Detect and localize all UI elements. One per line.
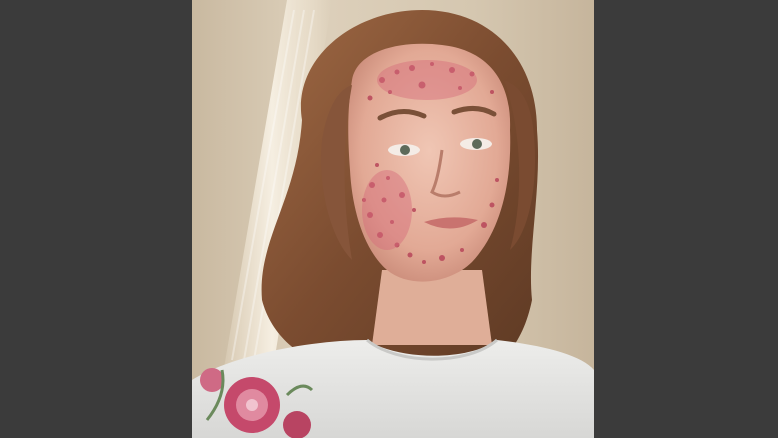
letterbox-frame	[0, 0, 778, 438]
portrait-photo	[192, 0, 594, 438]
portrait-illustration	[192, 0, 594, 438]
neck	[372, 270, 492, 345]
